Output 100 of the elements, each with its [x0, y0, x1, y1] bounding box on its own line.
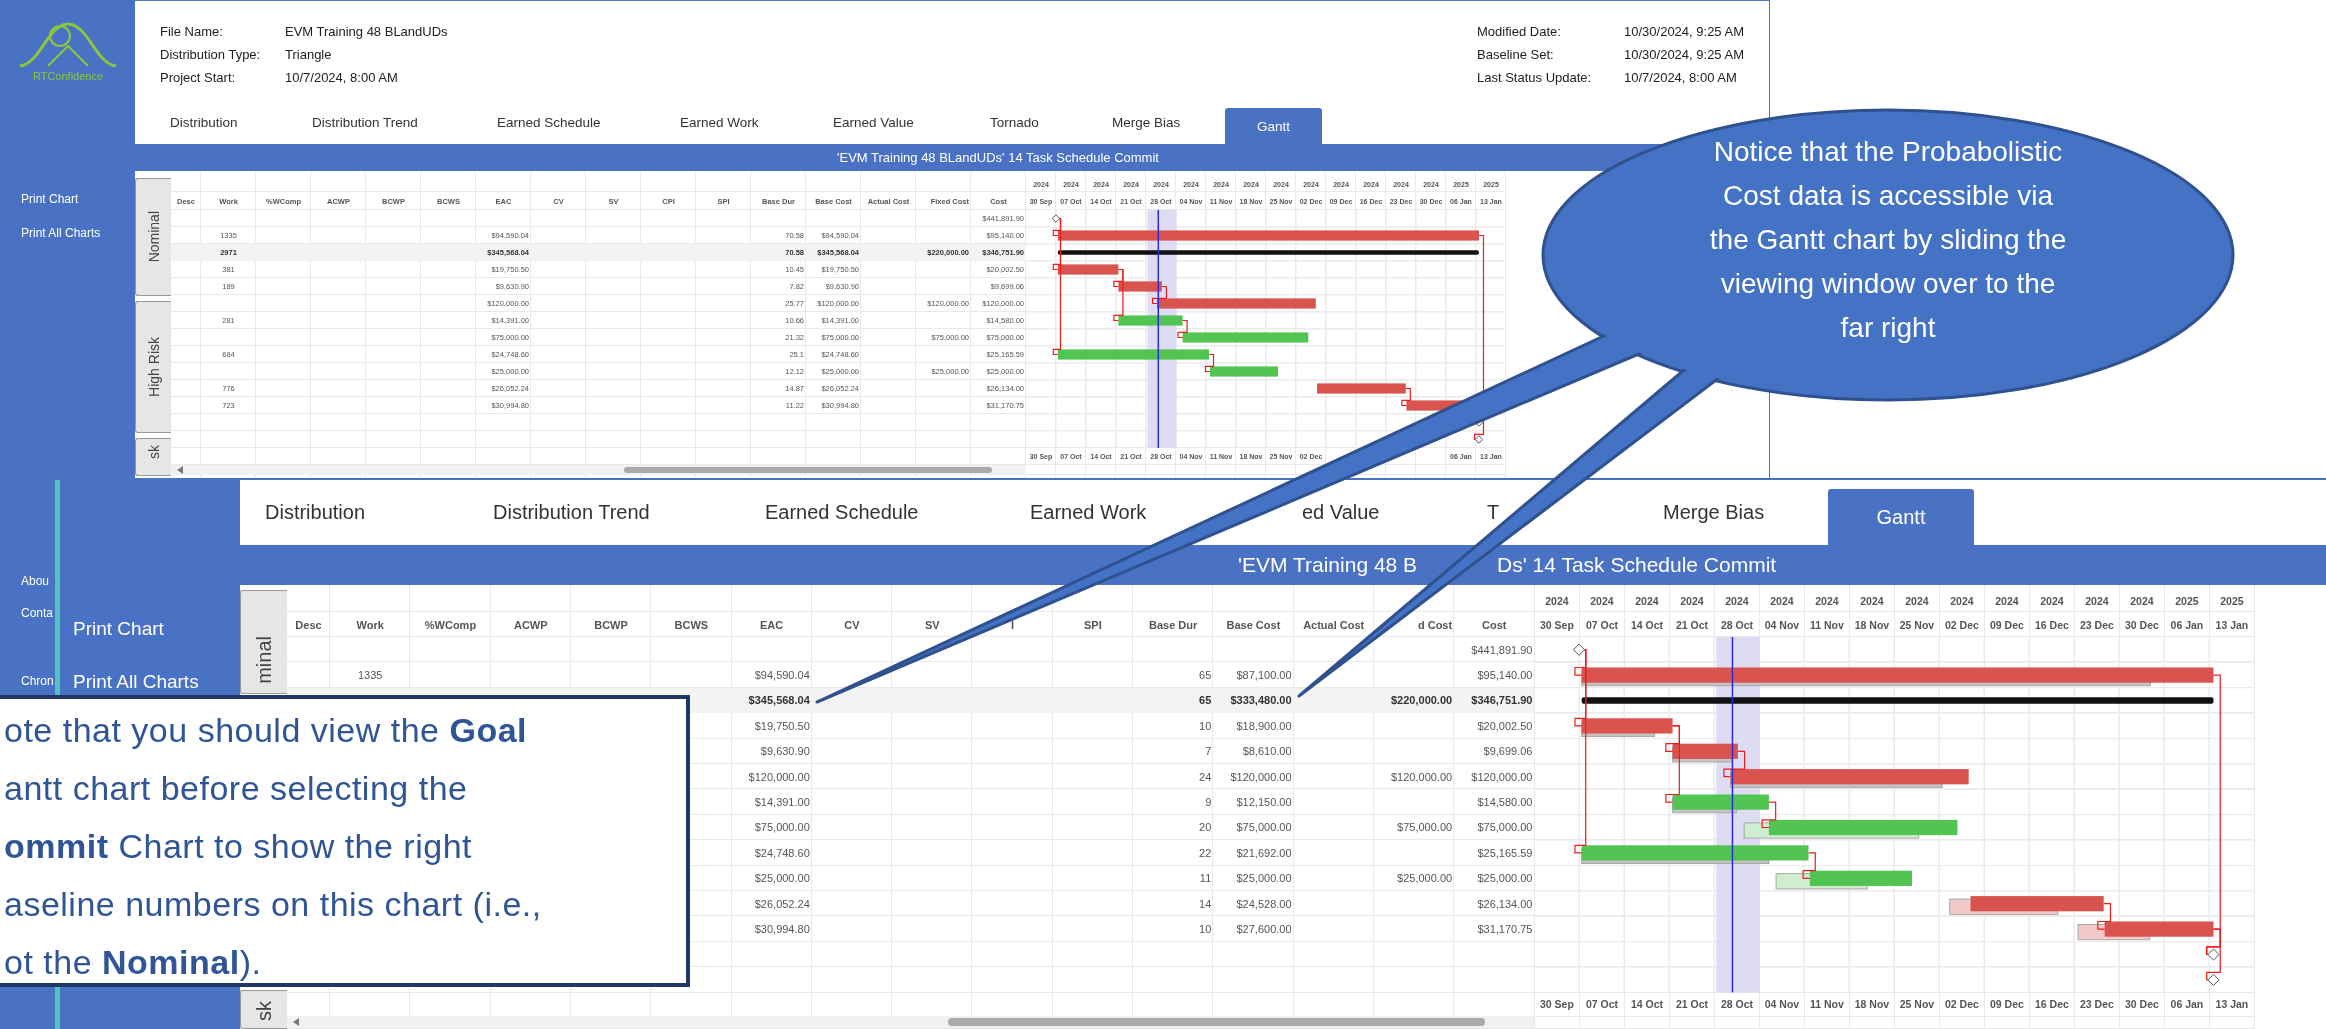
- year-label: 2024: [2129, 594, 2155, 609]
- sidebar-link[interactable]: Print All Charts: [21, 226, 101, 240]
- callout-text: Notice that the Probabolistic Cost data is accessible via the Gantt chart by sliding the viewing window over to the far right: [1708, 135, 2068, 345]
- table-cell-text: 20: [1198, 820, 1213, 836]
- year-label: 2024: [1904, 594, 1930, 609]
- column-header: ACWP: [512, 617, 549, 633]
- column-header: Work: [355, 617, 385, 633]
- year-label: 2025: [2174, 594, 2200, 609]
- group-tab[interactable]: minal: [240, 590, 287, 694]
- group-tab[interactable]: sk: [240, 990, 287, 1029]
- tab[interactable]: Distribution: [265, 501, 366, 524]
- date-label: 30 Dec: [2124, 617, 2160, 633]
- group-tab[interactable]: High Risk: [135, 301, 171, 433]
- tab[interactable]: Distribution Trend: [312, 115, 418, 130]
- table-cell-text: $120,000.00: [1390, 769, 1454, 785]
- table-cell-text: $441,891.90: [1470, 642, 1534, 658]
- field-value: 10/7/2024, 8:00 AM: [285, 70, 399, 85]
- scroll-left-icon[interactable]: [293, 1018, 299, 1027]
- column-header: Base Dur: [1147, 617, 1199, 633]
- column-header: %WComp: [423, 617, 478, 633]
- tab[interactable]: Merge Bias: [1112, 115, 1181, 130]
- table-cell-text: $25,165.59: [1476, 845, 1534, 861]
- table-cell-text: $18,900.00: [1235, 718, 1293, 734]
- date-label: 28 Oct: [1719, 617, 1754, 633]
- table-cell: $345,568.04: [731, 687, 812, 714]
- table-cell: $333,480.00: [1213, 687, 1294, 714]
- table-cell-text: $26,052.24: [753, 896, 811, 912]
- table-cell-text: $30,994.80: [753, 922, 811, 937]
- field-label: Modified Date:: [1477, 24, 1562, 39]
- column-header: SV: [923, 617, 941, 633]
- table-cell-text: $75,000.00: [1235, 820, 1293, 836]
- sidebar-link[interactable]: Print Chart: [21, 192, 79, 206]
- tab[interactable]: T: [1487, 501, 1500, 524]
- year-label: 2024: [1994, 594, 2020, 609]
- table-cell-text: $20,002.50: [1476, 718, 1534, 734]
- date-label: 21 Oct: [1674, 997, 1709, 1013]
- horizontal-scrollbar[interactable]: [171, 465, 1026, 475]
- scroll-left-icon[interactable]: [177, 466, 183, 474]
- date-label: 23 Dec: [2079, 617, 2115, 633]
- field-value: EVM Training 48 BLandUDs: [285, 24, 448, 39]
- date-label: 18 Nov: [1853, 997, 1891, 1013]
- table-cell-text: $120,000.00: [747, 769, 811, 785]
- table-cell-text: $14,580.00: [1476, 795, 1534, 811]
- table-cell-text: $25,000.00: [753, 871, 811, 887]
- table-cell-text: $25,000.00: [1396, 871, 1454, 887]
- field-value: 10/30/2024, 9:25 AM: [1624, 24, 1744, 39]
- tab[interactable]: Distribution: [170, 115, 238, 130]
- table-cell: 65: [1132, 687, 1214, 714]
- field-value: 10/7/2024, 8:00 AM: [1624, 70, 1738, 85]
- note-text: ote that you should view the Goal antt chart before selecting the ommit Chart to show the right aseline numbers on this chart (i.e., ot the Nominal).: [3, 710, 543, 983]
- table-cell-text: $95,140.00: [1476, 668, 1534, 684]
- table-cell-text: $24,748.60: [753, 845, 811, 861]
- date-label: 02 Dec: [1944, 617, 1980, 633]
- date-label: 23 Dec: [2079, 997, 2115, 1013]
- date-label: 30 Dec: [2124, 997, 2160, 1013]
- horizontal-scrollbar[interactable]: [287, 1016, 1535, 1029]
- sidebar-link[interactable]: Conta: [21, 606, 54, 620]
- date-label: 02 Dec: [1944, 997, 1980, 1013]
- group-tab[interactable]: sk: [135, 438, 171, 476]
- column-header: Actual Cost: [1302, 617, 1366, 633]
- date-label: 07 Oct: [1584, 617, 1619, 633]
- sidebar-link[interactable]: Chron: [21, 674, 54, 688]
- column-header: I: [1010, 617, 1016, 633]
- sidebar-link[interactable]: Print All Charts: [73, 671, 199, 693]
- date-label: 09 Dec: [1989, 997, 2025, 1013]
- table-cell-text: $21,692.00: [1235, 845, 1293, 861]
- year-label: 2024: [1724, 594, 1750, 609]
- year-label: 2024: [1679, 594, 1705, 609]
- date-label: 07 Oct: [1584, 997, 1619, 1013]
- tab[interactable]: ed Value: [1302, 501, 1380, 524]
- field-label: Last Status Update:: [1477, 70, 1593, 85]
- field-label: Project Start:: [160, 70, 237, 85]
- date-label: 11 Nov: [1809, 997, 1845, 1013]
- chart-title: Ds' 14 Task Schedule Commit: [1497, 553, 1777, 577]
- tab[interactable]: Earned Value: [833, 115, 914, 130]
- tab[interactable]: Gantt: [1225, 108, 1322, 144]
- chart-title: 'EVM Training 48 B: [1238, 553, 1418, 577]
- date-label: 21 Oct: [1674, 617, 1709, 633]
- column-header: BCWS: [673, 617, 710, 633]
- column-header: EAC: [759, 617, 785, 633]
- column-header: Desc: [294, 617, 323, 633]
- sidebar-link[interactable]: Print Chart: [73, 618, 164, 640]
- table-cell-text: $31,170.75: [1476, 922, 1534, 937]
- tab[interactable]: Earned Work: [680, 115, 759, 130]
- year-label: 2024: [1634, 594, 1660, 609]
- tab[interactable]: Merge Bias: [1663, 501, 1765, 524]
- table-cell-text: 1335: [356, 668, 384, 684]
- year-label: 2024: [1949, 594, 1975, 609]
- table-cell: $346,751.90: [1454, 687, 1535, 714]
- sidebar-link[interactable]: Abou: [21, 574, 50, 588]
- tab[interactable]: Tornado: [990, 115, 1039, 130]
- tab[interactable]: Earned Schedule: [497, 115, 601, 130]
- tab[interactable]: Earned Work: [1030, 501, 1147, 524]
- tab[interactable]: Earned Schedule: [765, 501, 919, 524]
- tab[interactable]: Gantt: [1828, 489, 1974, 545]
- year-label: 2025: [2219, 594, 2245, 609]
- table-cell-text: $75,000.00: [753, 820, 811, 836]
- date-label: 13 Jan: [2214, 617, 2250, 633]
- group-tab[interactable]: Nominal: [135, 178, 171, 296]
- tab[interactable]: Distribution Trend: [493, 501, 650, 524]
